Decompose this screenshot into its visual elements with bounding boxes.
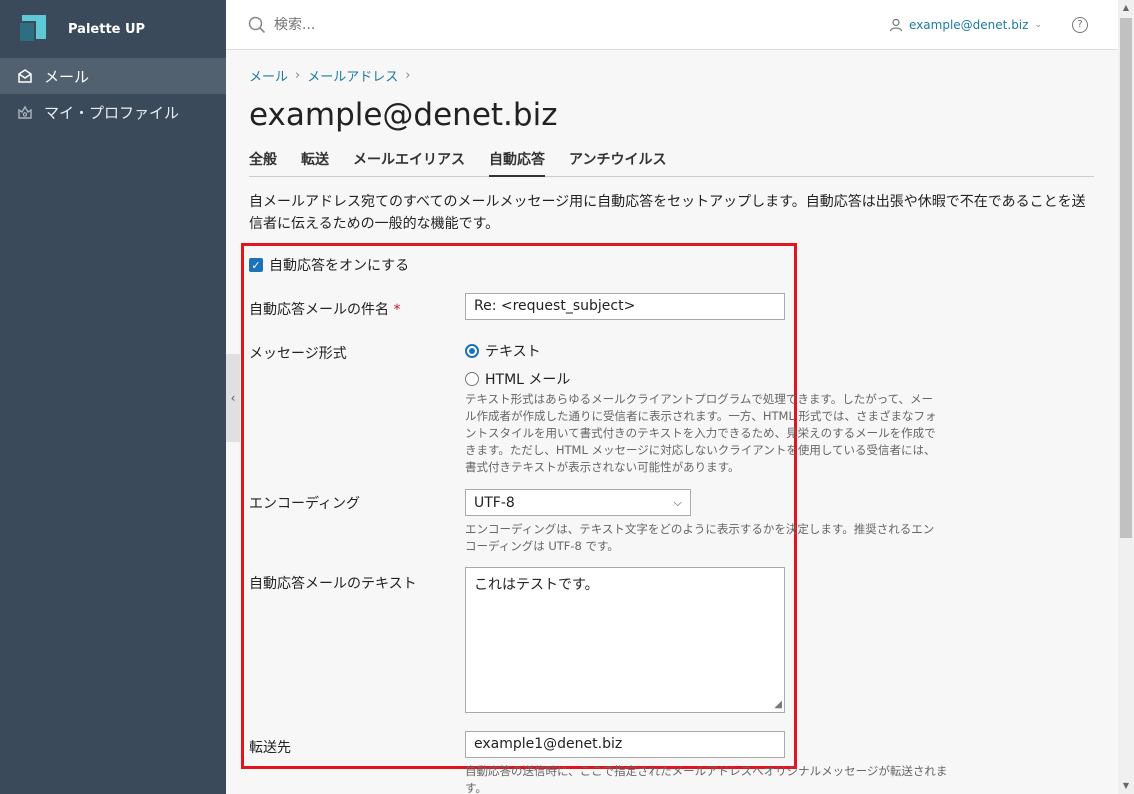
brand[interactable]: Palette UP xyxy=(0,0,226,58)
user-email: example@denet.biz xyxy=(909,17,1029,32)
search-icon xyxy=(248,16,266,33)
scroll-down-icon[interactable]: ▼ xyxy=(1118,778,1134,794)
format-radio-html[interactable]: HTML メール xyxy=(465,369,570,389)
chevron-right-icon: › xyxy=(405,68,411,83)
autoreply-text-value: これはテストです。 xyxy=(474,577,599,593)
help-line: きます。ただし、HTML メッセージに対応しないクライアントを使用している受信者… xyxy=(465,443,936,457)
search-input[interactable] xyxy=(274,16,574,33)
page-scrollbar[interactable]: ▲ ▼ xyxy=(1118,0,1134,794)
checkmark-icon: ✓ xyxy=(249,258,263,272)
tab-general[interactable]: 全般 xyxy=(249,149,277,177)
encoding-help-text: エンコーディングは、テキスト文字をどのように表示するかを決定します。推奨されるエ… xyxy=(465,521,975,555)
forward-input[interactable]: example1@denet.biz xyxy=(465,731,785,758)
radio-unselected-icon xyxy=(465,372,479,386)
format-option-label: テキスト xyxy=(485,344,541,360)
chevron-right-icon: › xyxy=(295,68,301,83)
format-option-label: HTML メール xyxy=(485,372,571,388)
radio-selected-icon xyxy=(465,344,479,358)
help-line: 自動応答の送信時に、ここで指定されたメールアドレスへオリジナルメッセージが転送さ… xyxy=(465,764,948,778)
forward-label: 転送先 xyxy=(249,740,291,756)
autoreply-textarea[interactable]: これはテストです。 ◢ xyxy=(465,567,785,713)
chevron-down-icon: ⌄ xyxy=(1034,19,1042,30)
profile-icon xyxy=(16,103,34,121)
encoding-label: エンコーディング xyxy=(249,496,361,512)
enable-autoreply-checkbox[interactable]: ✓ 自動応答をオンにする xyxy=(249,255,409,275)
tab-autoreply[interactable]: 自動応答 xyxy=(489,149,545,177)
encoding-select[interactable]: UTF-8 ⌵ xyxy=(465,489,691,516)
format-radio-text[interactable]: テキスト xyxy=(465,341,541,361)
breadcrumb: メール › メールアドレス › xyxy=(249,66,1094,85)
chevron-down-icon: ⌵ xyxy=(673,495,682,509)
format-help-text: テキスト形式はあらゆるメールクライアントプログラムで処理できます。したがって、メ… xyxy=(465,391,975,476)
scroll-up-icon[interactable]: ▲ xyxy=(1118,0,1134,16)
sidebar-item-label: マイ・プロファイル xyxy=(44,103,180,122)
subject-label-text: 自動応答メールの件名 xyxy=(249,302,389,318)
mail-icon xyxy=(16,67,34,85)
forward-help-text: 自動応答の送信時に、ここで指定されたメールアドレスへオリジナルメッセージが転送さ… xyxy=(465,763,975,794)
required-marker: * xyxy=(393,302,401,318)
page-title: example@denet.biz xyxy=(249,97,558,133)
user-menu[interactable]: example@denet.biz ⌄ xyxy=(889,18,1042,32)
brand-name: Palette UP xyxy=(68,21,146,37)
palette-logo-icon xyxy=(18,15,46,43)
resize-handle-icon[interactable]: ◢ xyxy=(774,699,782,710)
sidebar-collapse-toggle[interactable]: ‹ xyxy=(226,354,240,442)
sidebar-item-label: メール xyxy=(44,67,90,86)
tab-bar: 全般 転送 メールエイリアス 自動応答 アンチウイルス xyxy=(249,149,1094,177)
user-icon xyxy=(889,18,903,31)
sidebar-item-mail[interactable]: メール xyxy=(0,58,226,94)
help-line: 書式付きテキストが表示されない可能性があります。 xyxy=(465,460,740,474)
subject-input[interactable]: Re: <request_subject> xyxy=(465,293,785,320)
format-label: メッセージ形式 xyxy=(249,346,347,362)
top-header: example@denet.biz ⌄ ? xyxy=(226,0,1118,50)
search-bar[interactable] xyxy=(226,16,889,34)
tab-antivirus[interactable]: アンチウイルス xyxy=(569,149,666,177)
help-line: ル作成者が作成した通りに受信者に表示されます。一方、HTML 形式では、さまざま… xyxy=(465,409,937,423)
help-icon[interactable]: ? xyxy=(1072,16,1088,33)
enable-autoreply-label: 自動応答をオンにする xyxy=(269,258,410,274)
scrollbar-thumb[interactable] xyxy=(1120,18,1132,538)
help-line: エンコーディングは、テキスト文字をどのように表示するかを決定します。推奨されるエ… xyxy=(465,522,935,536)
help-line: コーディングは UTF-8 です。 xyxy=(465,539,619,553)
breadcrumb-item-mail[interactable]: メール xyxy=(249,66,288,85)
help-line: ントスタイルを用いて書式付きのテキストを入力できるため、見栄えのするメールを作成… xyxy=(465,426,936,440)
chevron-left-icon: ‹ xyxy=(230,391,236,405)
help-line: テキスト形式はあらゆるメールクライアントプログラムで処理できます。したがって、メ… xyxy=(465,392,934,406)
tab-forwarding[interactable]: 転送 xyxy=(301,149,329,177)
autoreply-text-label: 自動応答メールのテキスト xyxy=(249,576,417,592)
help-line: す。 xyxy=(465,781,487,794)
sidebar: Palette UP メール マイ・プロファイル xyxy=(0,0,226,794)
sidebar-item-profile[interactable]: マイ・プロファイル xyxy=(0,94,226,130)
page-description: 自メールアドレス宛てのすべてのメールメッセージ用に自動応答をセットアップします。… xyxy=(249,194,1086,232)
main-content: メール › メールアドレス › example@denet.biz 全般 転送 … xyxy=(241,50,1094,794)
tab-aliases[interactable]: メールエイリアス xyxy=(353,149,465,177)
breadcrumb-item-addresses[interactable]: メールアドレス xyxy=(307,66,398,85)
encoding-value: UTF-8 xyxy=(474,494,515,511)
subject-label: 自動応答メールの件名 * xyxy=(249,299,400,319)
